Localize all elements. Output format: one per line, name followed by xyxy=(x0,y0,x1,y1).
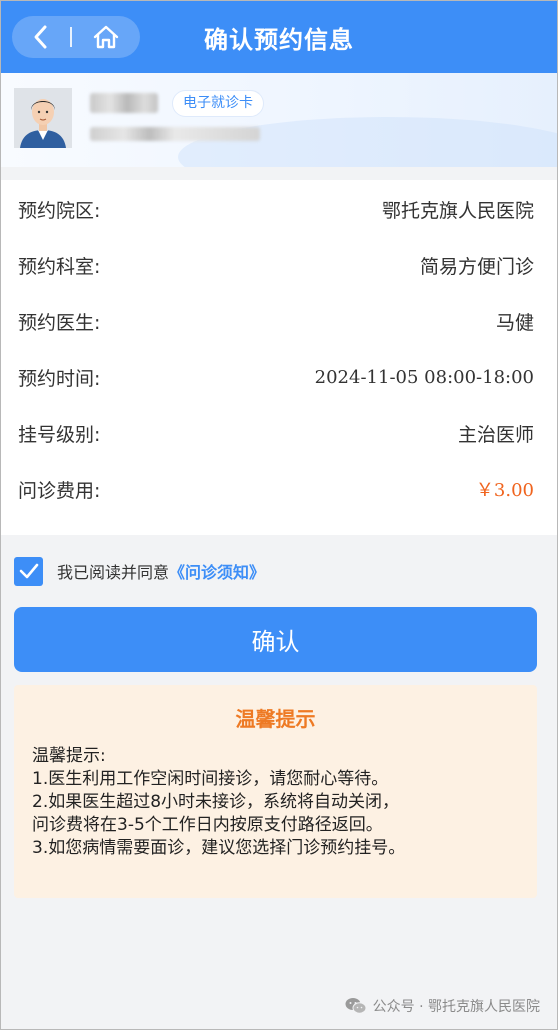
tips-title: 温馨提示 xyxy=(235,707,316,731)
row-level: 挂号级别: 主治医师 xyxy=(18,413,534,453)
patient-card[interactable] xyxy=(0,73,558,167)
tips-line: 问诊费将在3-5个工作日内按原支付路径返回。 xyxy=(32,815,383,835)
row-value: 2024-11-05 08:00-18:00 xyxy=(314,366,534,388)
decorative-wave xyxy=(178,117,558,167)
ecard-badge[interactable]: 电子就诊卡 xyxy=(172,90,264,117)
agreement-checkbox[interactable] xyxy=(14,556,43,586)
tips-heading: 温馨提示: xyxy=(32,746,106,766)
tips-panel: 温馨提示 温馨提示: 1.医生利用工作空闲时间接诊，请您耐心等待。 2.如果医生… xyxy=(14,685,537,898)
row-value: 主治医师 xyxy=(457,423,534,446)
row-value: 马健 xyxy=(495,311,534,334)
fee-value: ￥3.00 xyxy=(475,480,534,501)
wechat-icon xyxy=(345,998,367,1014)
consult-notice-link[interactable]: 《问诊须知》 xyxy=(169,559,265,583)
row-fee: 问诊费用: ￥3.00 xyxy=(18,469,534,509)
checkmark-icon xyxy=(19,563,38,579)
page-title: 确认预约信息 xyxy=(204,26,354,54)
patient-id-redacted xyxy=(90,127,260,141)
row-label: 问诊费用: xyxy=(18,479,101,502)
row-value: 鄂托克旗人民医院 xyxy=(381,199,534,222)
tips-line: 3.如您病情需要面诊，建议您选择门诊预约挂号。 xyxy=(32,838,406,858)
row-time: 预约时间: 2024-11-05 08:00-18:00 xyxy=(18,357,534,397)
tips-line: 2.如果医生超过8小时未接诊，系统将自动关闭， xyxy=(32,792,400,812)
row-label: 预约院区: xyxy=(18,199,101,222)
agreement-row: 我已阅读并同意 《问诊须知》 xyxy=(14,556,265,586)
patient-name-redacted xyxy=(90,93,158,113)
doctor-avatar-icon xyxy=(14,88,72,148)
header-bar: 确认预约信息 xyxy=(0,0,558,73)
row-value: 简易方便门诊 xyxy=(419,255,534,278)
confirm-button[interactable]: 确认 xyxy=(14,607,537,672)
row-doctor: 预约医生: 马健 xyxy=(18,301,534,341)
row-label: 预约科室: xyxy=(18,255,101,278)
footer-watermark: 公众号 · 鄂托克旗人民医院 xyxy=(345,994,540,1018)
row-campus: 预约院区: 鄂托克旗人民医院 xyxy=(18,189,534,229)
row-label: 预约时间: xyxy=(18,367,101,390)
appointment-info: 预约院区: 鄂托克旗人民医院 预约科室: 简易方便门诊 预约医生: 马健 预约时… xyxy=(0,180,558,535)
agreement-text: 我已阅读并同意 xyxy=(57,563,170,582)
row-label: 预约医生: xyxy=(18,311,101,334)
footer-text: 公众号 · 鄂托克旗人民医院 xyxy=(372,999,540,1015)
tips-body: 温馨提示: 1.医生利用工作空闲时间接诊，请您耐心等待。 2.如果医生超过8小时… xyxy=(32,745,527,860)
row-department: 预约科室: 简易方便门诊 xyxy=(18,245,534,285)
avatar xyxy=(14,88,72,148)
tips-line: 1.医生利用工作空闲时间接诊，请您耐心等待。 xyxy=(32,769,389,789)
row-label: 挂号级别: xyxy=(18,423,101,446)
